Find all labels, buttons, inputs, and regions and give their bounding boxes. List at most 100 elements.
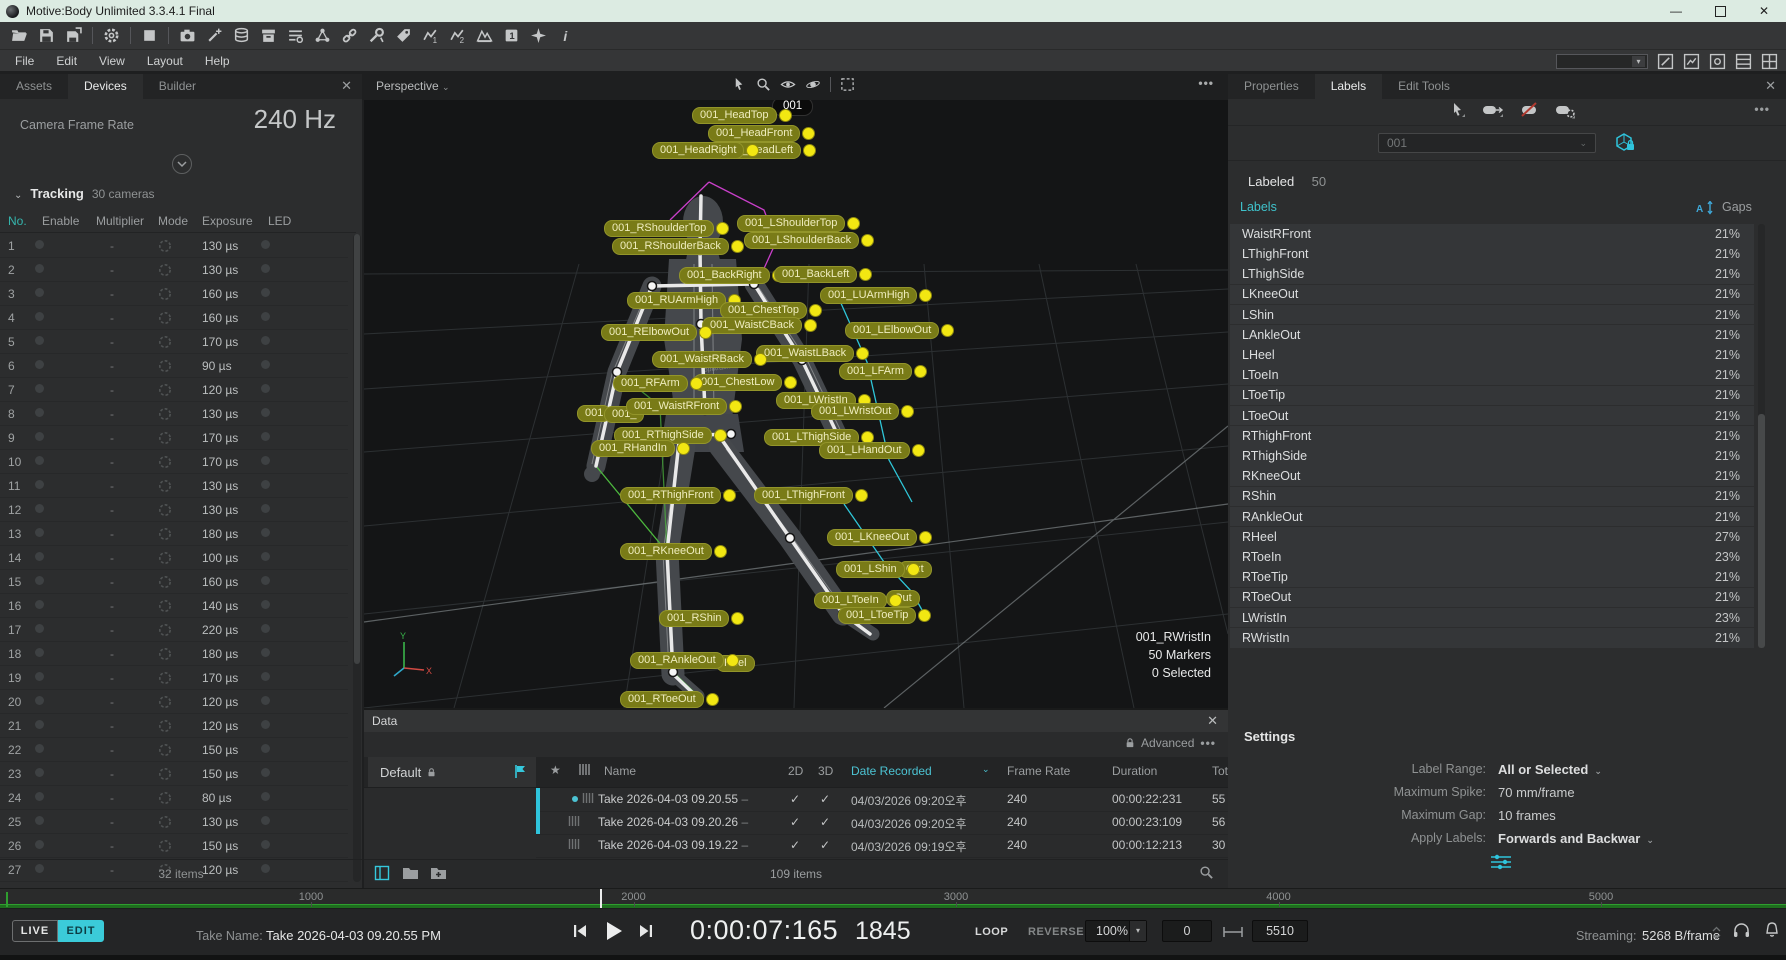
search-icon[interactable]: [1199, 865, 1214, 880]
marker-dot[interactable]: [919, 289, 932, 302]
label-row[interactable]: RKneeOut21%: [1230, 466, 1754, 486]
marker-dot[interactable]: [856, 347, 869, 360]
list-options-icon[interactable]: [282, 24, 309, 48]
marker-label[interactable]: 001_BackLeft: [774, 266, 872, 283]
edit-mode-button[interactable]: EDIT: [58, 920, 104, 942]
more-options-icon[interactable]: •••: [1754, 102, 1770, 116]
marker-label[interactable]: 001_LShoulderTop: [737, 215, 860, 232]
marker-dot[interactable]: [859, 268, 872, 281]
view-selector[interactable]: Perspective ⌄: [376, 79, 450, 93]
notifications-bell-icon[interactable]: [1764, 921, 1780, 939]
tab-builder[interactable]: Builder: [143, 74, 212, 99]
label-range-select[interactable]: All or Selected⌄: [1498, 762, 1602, 777]
take-2d-check[interactable]: ✓: [790, 792, 800, 806]
unlabel-icon[interactable]: [1520, 102, 1539, 119]
label-row[interactable]: RAnkleOut21%: [1230, 507, 1754, 527]
marker-dot[interactable]: [914, 365, 927, 378]
viewport-menu-button[interactable]: •••: [1198, 76, 1214, 90]
labels-column-header[interactable]: Labels: [1240, 200, 1277, 214]
marker-label[interactable]: 001_LShin: [836, 561, 920, 578]
marker-label[interactable]: 001_RFArm: [613, 375, 703, 392]
tab-properties[interactable]: Properties: [1228, 74, 1315, 99]
graph-2-icon[interactable]: 2: [444, 24, 471, 48]
mode-icon[interactable]: [158, 599, 202, 613]
label-row[interactable]: RWristIn21%: [1230, 628, 1754, 648]
mode-icon[interactable]: [158, 719, 202, 733]
camera-row[interactable]: 20-120 µs: [0, 690, 348, 714]
marker-icon[interactable]: [525, 24, 552, 48]
tools-icon[interactable]: [363, 24, 390, 48]
camera-row[interactable]: 22-150 µs: [0, 738, 348, 762]
mode-icon[interactable]: [158, 743, 202, 757]
camera-layout-icon[interactable]: [1706, 52, 1728, 70]
col-exposure[interactable]: Exposure: [202, 214, 268, 228]
select-cursor-icon[interactable]: [732, 77, 747, 92]
open-file-icon[interactable]: [6, 24, 33, 48]
exposure-value[interactable]: 140 µs: [202, 599, 268, 613]
marker-label[interactable]: 001_BackRight: [679, 267, 785, 284]
close-icon[interactable]: ✕: [1207, 713, 1218, 729]
marker-dot[interactable]: [855, 489, 868, 502]
camera-row[interactable]: 14-100 µs: [0, 546, 348, 570]
tracking-section-header[interactable]: ⌄ Tracking 30 cameras: [14, 186, 155, 201]
marker-dot[interactable]: [802, 127, 815, 140]
mode-icon[interactable]: [158, 263, 202, 277]
marker-dot[interactable]: [907, 563, 920, 576]
marker-label[interactable]: 001_LToeTip: [838, 607, 931, 624]
label-row[interactable]: RToeTip21%: [1230, 567, 1754, 587]
mode-icon[interactable]: [158, 527, 202, 541]
play-button[interactable]: [602, 919, 626, 943]
marker-dot[interactable]: [726, 654, 739, 667]
label-row[interactable]: RThighFront21%: [1230, 426, 1754, 446]
mode-icon[interactable]: [158, 359, 202, 373]
link-icon[interactable]: [336, 24, 363, 48]
label-row[interactable]: RShin21%: [1230, 487, 1754, 507]
previous-frame-button[interactable]: [572, 923, 588, 939]
marker-label[interactable]: 001_LHandOut: [819, 442, 925, 459]
reverse-toggle[interactable]: REVERSE: [1028, 926, 1084, 938]
camera-row[interactable]: 2-130 µs: [0, 258, 348, 282]
camera-row[interactable]: 25-130 µs: [0, 810, 348, 834]
streaming-spinner[interactable]: [1712, 926, 1721, 940]
camera-row[interactable]: 19-170 µs: [0, 666, 348, 690]
camera-icon[interactable]: [174, 24, 201, 48]
info-icon[interactable]: i: [552, 24, 579, 48]
chart-layout-icon[interactable]: [1680, 52, 1702, 70]
loop-toggle[interactable]: LOOP: [975, 926, 1008, 938]
tag-icon[interactable]: [390, 24, 417, 48]
exposure-value[interactable]: 220 µs: [202, 623, 268, 637]
next-frame-button[interactable]: [638, 923, 654, 939]
col-mode[interactable]: Mode: [158, 214, 202, 228]
camera-row[interactable]: 26-150 µs: [0, 834, 348, 858]
marker-dot[interactable]: [754, 353, 767, 366]
peaks-icon[interactable]: [471, 24, 498, 48]
marker-label[interactable]: 001_ChestLow: [693, 374, 797, 391]
marker-set-select[interactable]: 001⌄: [1378, 133, 1596, 153]
menu-edit[interactable]: Edit: [45, 52, 88, 70]
exposure-value[interactable]: 100 µs: [202, 551, 268, 565]
col-date-recorded[interactable]: Date Recorded: [851, 764, 932, 778]
camera-row[interactable]: 3-160 µs: [0, 282, 348, 306]
marker-label[interactable]: 001_LKneeOut: [827, 529, 932, 546]
camera-row[interactable]: 16-140 µs: [0, 594, 348, 618]
marker-label[interactable]: 001_RShoulderTop: [604, 220, 729, 237]
camera-row[interactable]: 23-150 µs: [0, 762, 348, 786]
audio-monitor-icon[interactable]: [1732, 921, 1751, 939]
menu-layout[interactable]: Layout: [136, 52, 194, 70]
mode-icon[interactable]: [158, 383, 202, 397]
marker-dot[interactable]: [889, 594, 902, 607]
marker-dot[interactable]: [901, 405, 914, 418]
label-row[interactable]: WaistRFront21%: [1230, 224, 1754, 244]
close-button[interactable]: ✕: [1742, 0, 1786, 22]
marker-label[interactable]: 001_RShin: [659, 610, 744, 627]
mode-icon[interactable]: [158, 503, 202, 517]
take-2d-check[interactable]: ✓: [790, 838, 800, 852]
label-row[interactable]: LToeIn21%: [1230, 365, 1754, 385]
camera-row[interactable]: 6-90 µs: [0, 354, 348, 378]
save-as-icon[interactable]: [60, 24, 87, 48]
exposure-value[interactable]: 130 µs: [202, 503, 268, 517]
data-layers-icon[interactable]: [228, 24, 255, 48]
live-mode-button[interactable]: LIVE: [12, 920, 58, 942]
marker-dot[interactable]: [919, 531, 932, 544]
mode-icon[interactable]: [158, 335, 202, 349]
